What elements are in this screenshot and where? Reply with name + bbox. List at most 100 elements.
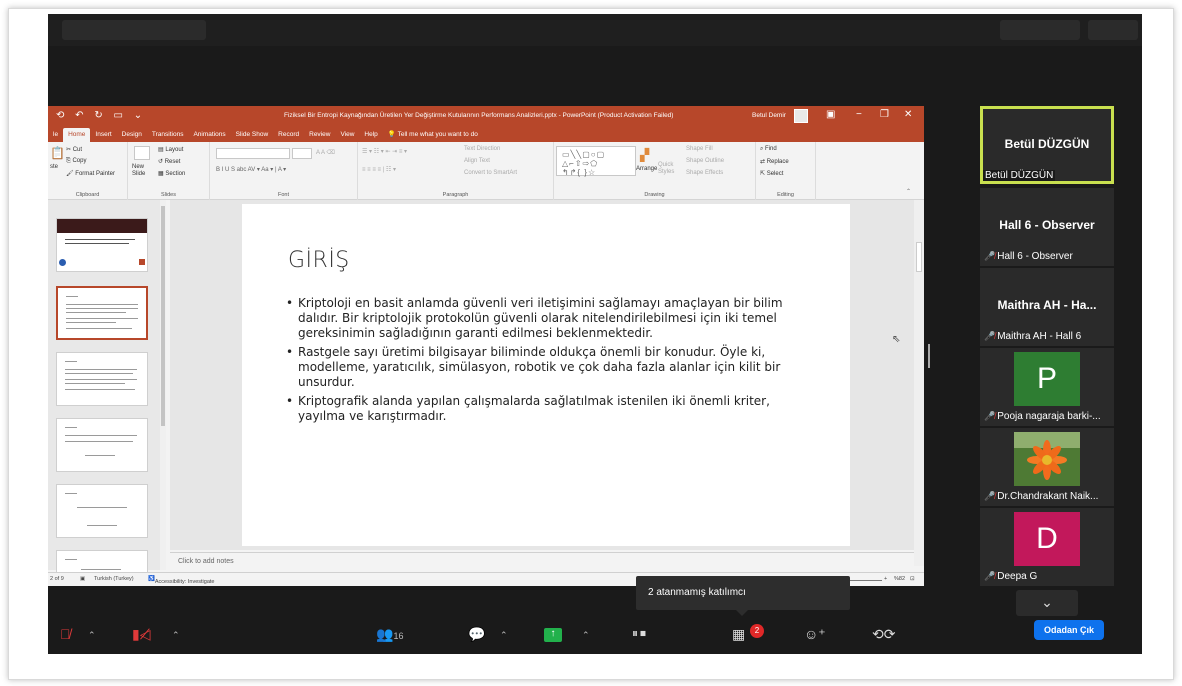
ribbon-display-icon[interactable]: ▣ [826,109,835,120]
layout-button[interactable]: ▤ Layout [158,146,183,153]
view-options-pill[interactable] [62,20,206,40]
view-mode-pill[interactable] [1000,20,1080,40]
slide-thumbnail-1[interactable] [56,218,148,272]
participant-tile[interactable]: D 🎤̸ Deepa G [980,508,1114,586]
select-button[interactable]: ⇱ Select [760,170,783,177]
zoom-in-icon[interactable]: + [884,576,887,582]
quick-styles-button[interactable]: Quick Styles [658,162,680,176]
fit-slide-icon[interactable]: ⊡ [910,576,915,582]
tab-record[interactable]: Record [273,131,304,142]
slide-bullet-list[interactable]: Kriptoloji en basit anlamda güvenli veri… [286,296,806,428]
slide-thumbnail-4[interactable] [56,418,148,472]
restore-icon[interactable]: ❐ [880,109,889,120]
notes-pane[interactable]: Click to add notes [170,552,914,570]
tab-slide-show[interactable]: Slide Show [231,131,274,142]
split-divider-handle[interactable] [928,344,930,368]
font-format-buttons[interactable]: B I U S abc AV ▾ Aa ▾ | A ▾ [216,166,286,173]
arrange-button[interactable]: Arrange [636,166,657,172]
leave-room-button[interactable]: Odadan Çık [1034,620,1104,640]
shape-fill-button[interactable]: Shape Fill [686,146,713,152]
minimize-icon[interactable]: − [856,109,862,120]
zoom-slider[interactable] [848,580,882,581]
tab-insert[interactable]: Insert [90,131,116,142]
participants-button[interactable]: 👥16 [376,626,403,643]
tab-home[interactable]: Home [63,128,91,142]
arrange-icon[interactable]: ▞ [640,148,649,162]
slide-thumbnail-6[interactable] [56,550,148,574]
new-slide-button[interactable]: New Slide [132,164,154,178]
participant-tile[interactable]: Maithra AH - Ha... 🎤̸ Maithra AH - Hall 6 [980,268,1114,346]
section-button[interactable]: ▦ Section [158,170,185,177]
find-button[interactable]: ⌕ Find [760,146,777,153]
breakout-rooms-button[interactable]: ▦ [732,626,745,643]
share-options-chevron-icon[interactable]: ⌃ [582,630,590,641]
reactions-button[interactable]: ☺⁺ [804,626,826,643]
tab-file[interactable]: le [48,131,63,142]
accessibility-status[interactable]: ♿ Accessibility: Investigate [148,576,214,585]
replace-button[interactable]: ⇄ Replace [760,158,789,165]
cut-button[interactable]: ✂ Cut [66,146,82,153]
thumbnails-scrollbar[interactable] [160,200,166,570]
current-slide[interactable]: GİRİŞ Kriptoloji en basit anlamda güvenl… [242,204,850,546]
tab-animations[interactable]: Animations [188,131,230,142]
close-icon[interactable]: ✕ [904,109,912,120]
participants-count: 16 [393,631,404,641]
tab-transitions[interactable]: Transitions [147,131,189,142]
alignment-buttons[interactable]: ≡ ≡ ≡ ≡ | ☷ ▾ [362,166,396,173]
slide-bullet: Kriptoloji en basit anlamda güvenli veri… [286,296,806,341]
shape-outline-button[interactable]: Shape Outline [686,158,724,164]
apps-button[interactable]: ⟲⟳ [872,626,895,643]
pause-stop-share-icon[interactable]: ⏸⏹ [632,626,648,641]
tab-view[interactable]: View [335,131,359,142]
mute-mic-button[interactable]: 🎙̸ [60,626,71,642]
format-painter-label: Format Painter [75,171,115,177]
list-buttons[interactable]: ☰ ▾ ☷ ▾ ⇤ ⇥ ≡ ▾ [362,148,407,155]
slide-scrollbar[interactable] [914,200,924,566]
tab-help[interactable]: Help [359,131,382,142]
slide-title[interactable]: GİRİŞ [288,248,350,273]
avatar-letter: P [1014,352,1080,406]
slide-scroll-thumb[interactable] [916,242,922,272]
copy-button[interactable]: ⎘ Copy [66,158,86,165]
text-direction-button[interactable]: Text Direction [464,146,500,152]
new-slide-icon[interactable] [134,146,150,160]
shape-effects-button[interactable]: Shape Effects [686,170,723,176]
fullscreen-pill[interactable] [1088,20,1138,40]
thumbnail-line [81,569,121,570]
reset-button[interactable]: ↺ Reset [158,158,180,165]
thumbnails-scroll-thumb[interactable] [161,206,165,426]
slide-thumbnail-5[interactable] [56,484,148,538]
format-painter-button[interactable]: 🖌 Format Painter [66,170,115,177]
chat-options-chevron-icon[interactable]: ⌃ [500,630,508,641]
thumbnail-line [66,308,138,309]
align-text-button[interactable]: Align Text [464,158,490,164]
audio-options-chevron-icon[interactable]: ⌃ [88,630,96,641]
participant-tile[interactable]: Hall 6 - Observer 🎤̸ Hall 6 - Observer [980,188,1114,266]
share-screen-button[interactable]: ↑ [544,628,562,642]
chat-button[interactable]: 💬 [468,626,485,643]
participant-tile[interactable]: 🎤̸ Dr.Chandrakant Naik... [980,428,1114,506]
participant-tile-active-speaker[interactable]: Betül DÜZGÜN Betül DÜZGÜN [980,106,1114,184]
video-options-chevron-icon[interactable]: ⌃ [172,630,180,641]
font-grow-shrink-icon[interactable]: A A ⌫ [316,149,335,156]
thumbnail-line [65,239,135,240]
paste-button[interactable]: ste [50,164,58,170]
tab-design[interactable]: Design [117,131,147,142]
spellcheck-icon[interactable]: ▣ [80,576,85,582]
font-name-field[interactable] [216,148,290,159]
language-indicator[interactable]: Turkish (Turkey) [94,576,134,582]
convert-smartart-button[interactable]: Convert to SmartArt [464,170,517,176]
zoom-level[interactable]: %82 [894,576,905,582]
more-participants-chevron-button[interactable]: ⌄ [1016,590,1078,616]
participant-tile[interactable]: P 🎤̸ Pooja nagaraja barki-... [980,348,1114,426]
slide-thumbnail-2[interactable] [56,286,148,340]
quick-access-toolbar[interactable]: ⟲ ↶ ↻ ▭ ⌄ [56,110,146,121]
tell-me-search[interactable]: 💡 Tell me what you want to do [383,130,483,142]
slide-thumbnail-3[interactable] [56,352,148,406]
font-size-field[interactable] [292,148,312,159]
user-avatar[interactable] [794,109,808,123]
collapse-ribbon-icon[interactable]: ⌃ [906,188,911,195]
tab-review[interactable]: Review [304,131,335,142]
paste-icon[interactable]: 📋 [50,146,65,160]
stop-video-button[interactable]: ▮◁̸ [132,626,150,643]
